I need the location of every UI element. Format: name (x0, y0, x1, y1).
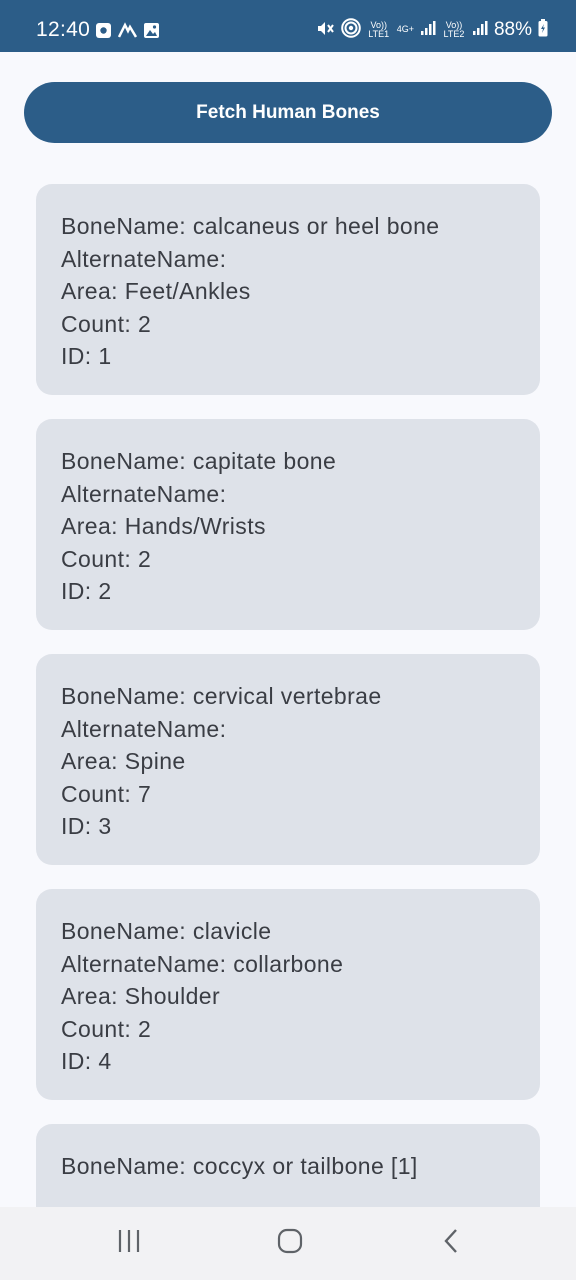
status-right-icons: Vo)) LTE1 4G+ Vo)) LTE2 88% (316, 18, 548, 41)
activity-icon (117, 22, 138, 44)
bones-screen: Fetch Human Bones BoneName: calcaneus or… (0, 52, 576, 1207)
battery-percent: 88% (493, 18, 532, 40)
bone-name: BoneName: capitate bone (61, 448, 337, 474)
bone-count: Count: 2 (61, 545, 152, 572)
bone-card: BoneName: clavicle AlternateName: collar… (36, 889, 540, 1100)
back-icon (439, 1228, 465, 1259)
hotspot-icon (340, 18, 361, 41)
bone-card: BoneName: coccyx or tailbone [1] (36, 1124, 540, 1207)
status-time: 12:40 (36, 18, 91, 41)
bone-id: ID: 1 (61, 343, 112, 370)
network-label-2: 4G+ (396, 24, 414, 34)
bone-area: Area: Spine (61, 748, 186, 775)
home-button[interactable] (270, 1225, 310, 1261)
notification-icon (95, 22, 112, 44)
bone-card: BoneName: calcaneus or heel bone Alterna… (36, 184, 540, 395)
bone-name: BoneName: clavicle (61, 918, 272, 944)
network-label-1: Vo)) LTE1 (368, 19, 390, 39)
alternate-name: AlternateName: collarbone (61, 950, 344, 977)
bone-name: BoneName: coccyx or tailbone [1] (61, 1153, 418, 1179)
bone-area: Area: Hands/Wrists (61, 513, 266, 540)
home-icon (277, 1228, 303, 1259)
battery-icon (538, 19, 548, 40)
bone-name: BoneName: calcaneus or heel bone (61, 213, 440, 239)
status-left-icons (95, 22, 160, 44)
fetch-human-bones-button[interactable]: Fetch Human Bones (24, 82, 552, 143)
network-label-3: Vo)) LTE2 (443, 19, 465, 39)
bone-count: Count: 7 (61, 780, 152, 807)
bone-id: ID: 4 (61, 1048, 112, 1075)
alternate-name (61, 1183, 540, 1207)
alternate-name: AlternateName: (61, 480, 227, 507)
bone-area: Area: Shoulder (61, 983, 221, 1010)
mute-icon (316, 20, 335, 40)
bone-card: BoneName: cervical vertebrae AlternateNa… (36, 654, 540, 865)
signal-icon-2 (472, 20, 488, 39)
bone-card: BoneName: capitate bone AlternateName: A… (36, 419, 540, 630)
bone-id: ID: 3 (61, 813, 112, 840)
bone-area: Area: Feet/Ankles (61, 278, 251, 305)
bone-count: Count: 2 (61, 310, 152, 337)
bone-count: Count: 2 (61, 1015, 152, 1042)
signal-icon (420, 20, 436, 39)
recent-apps-button[interactable] (109, 1225, 149, 1261)
alternate-name: AlternateName: (61, 715, 227, 742)
back-button[interactable] (432, 1225, 472, 1261)
gallery-icon (143, 22, 160, 44)
bone-name: BoneName: cervical vertebrae (61, 683, 382, 709)
recent-apps-icon (116, 1228, 142, 1259)
alternate-name: AlternateName: (61, 245, 227, 272)
status-bar: 12:40 Vo)) LTE1 4G+ Vo)) LTE2 88% (0, 0, 576, 52)
system-nav-bar (0, 1207, 576, 1280)
bone-id: ID: 2 (61, 578, 112, 605)
